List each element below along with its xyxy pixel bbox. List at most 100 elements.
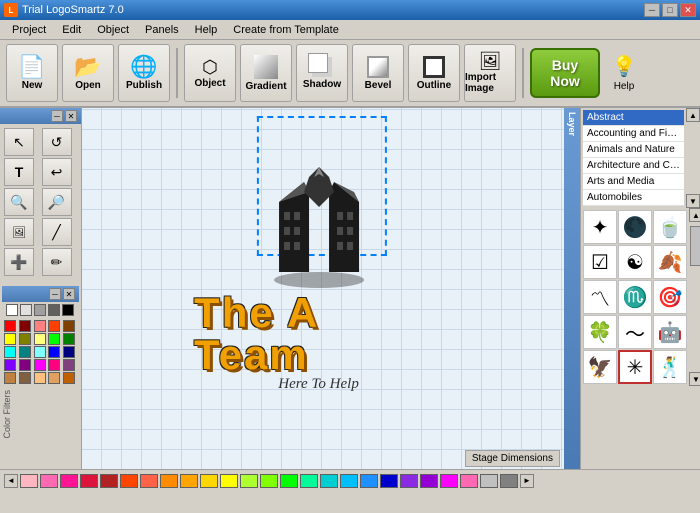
- menu-project[interactable]: Project: [4, 22, 54, 38]
- publish-button[interactable]: 🌐 Publish: [118, 44, 170, 102]
- swatch-white[interactable]: [6, 304, 18, 316]
- bottom-swatch-5[interactable]: [120, 474, 138, 488]
- category-accounting[interactable]: Accounting and Finan: [583, 126, 684, 142]
- swatch-black[interactable]: [62, 304, 74, 316]
- icon-cell-2[interactable]: 🍵: [653, 210, 687, 244]
- color-swatch-1[interactable]: [19, 320, 31, 332]
- help-button[interactable]: 💡 Help: [604, 44, 644, 102]
- add-tool[interactable]: ➕: [4, 248, 34, 276]
- bottom-swatch-19[interactable]: [400, 474, 418, 488]
- image-tool[interactable]: 🖼: [4, 218, 34, 246]
- line-tool[interactable]: ╱: [42, 218, 72, 246]
- color-swatch-5[interactable]: [4, 333, 16, 345]
- bottom-swatch-10[interactable]: [220, 474, 238, 488]
- color-swatch-18[interactable]: [48, 359, 60, 371]
- icon-cell-14[interactable]: 🕺: [653, 350, 687, 384]
- undo-tool[interactable]: ↩: [42, 158, 72, 186]
- zoom-out-tool[interactable]: 🔎: [42, 188, 72, 216]
- outline-button[interactable]: Outline: [408, 44, 460, 102]
- rotate-tool[interactable]: ↺: [42, 128, 72, 156]
- color-swatch-22[interactable]: [34, 372, 46, 384]
- pencil-tool[interactable]: ✏: [42, 248, 72, 276]
- menu-help[interactable]: Help: [187, 22, 226, 38]
- stage-dimensions[interactable]: Stage Dimensions: [465, 450, 560, 467]
- tools-minimize[interactable]: ─: [51, 110, 63, 122]
- icon-cell-6[interactable]: 〽: [583, 280, 617, 314]
- shadow-button[interactable]: Shadow: [296, 44, 348, 102]
- color-swatch-12[interactable]: [34, 346, 46, 358]
- icon-cell-0[interactable]: ✦: [583, 210, 617, 244]
- object-button[interactable]: ⬡ Object: [184, 44, 236, 102]
- color-swatch-4[interactable]: [63, 320, 75, 332]
- color-swatch-14[interactable]: [63, 346, 75, 358]
- bottom-swatch-2[interactable]: [60, 474, 78, 488]
- bottom-swatch-7[interactable]: [160, 474, 178, 488]
- swatch-lgray[interactable]: [20, 304, 32, 316]
- minimize-button[interactable]: ─: [644, 3, 660, 17]
- category-arts[interactable]: Arts and Media: [583, 174, 684, 190]
- bottom-swatch-15[interactable]: [320, 474, 338, 488]
- icon-cell-1[interactable]: 🌑: [618, 210, 652, 244]
- icon-cell-5[interactable]: 🍂: [653, 245, 687, 279]
- close-button[interactable]: ✕: [680, 3, 696, 17]
- icon-cell-10[interactable]: 〜: [618, 315, 652, 349]
- bottom-swatch-17[interactable]: [360, 474, 378, 488]
- color-swatch-16[interactable]: [19, 359, 31, 371]
- bottom-swatch-24[interactable]: [500, 474, 518, 488]
- bevel-button[interactable]: Bevel: [352, 44, 404, 102]
- import-image-button[interactable]: 🖼 Import Image: [464, 44, 516, 102]
- category-animals[interactable]: Animals and Nature: [583, 142, 684, 158]
- color-swatch-10[interactable]: [4, 346, 16, 358]
- color-swatch-6[interactable]: [19, 333, 31, 345]
- select-tool[interactable]: ↖: [4, 128, 34, 156]
- swatch-dgray[interactable]: [48, 304, 60, 316]
- icon-cell-7[interactable]: ♏: [618, 280, 652, 314]
- bottom-swatch-12[interactable]: [260, 474, 278, 488]
- bottom-swatch-22[interactable]: [460, 474, 478, 488]
- bottom-swatch-8[interactable]: [180, 474, 198, 488]
- text-tool[interactable]: T: [4, 158, 34, 186]
- color-swatch-0[interactable]: [4, 320, 16, 332]
- bottom-swatch-14[interactable]: [300, 474, 318, 488]
- menu-object[interactable]: Object: [89, 22, 137, 38]
- icons-scroll-down[interactable]: ▼: [689, 372, 700, 386]
- icon-cell-13[interactable]: ✳: [618, 350, 652, 384]
- icon-cell-12[interactable]: 🦅: [583, 350, 617, 384]
- color-close[interactable]: ✕: [63, 288, 75, 300]
- color-swatch-15[interactable]: [4, 359, 16, 371]
- bottom-scroll-left[interactable]: ◄: [4, 474, 18, 488]
- category-abstract[interactable]: Abstract: [583, 110, 684, 126]
- icons-scroll-up[interactable]: ▲: [689, 208, 700, 222]
- menu-edit[interactable]: Edit: [54, 22, 89, 38]
- icon-cell-11[interactable]: 🤖: [653, 315, 687, 349]
- color-swatch-8[interactable]: [48, 333, 60, 345]
- color-swatch-13[interactable]: [48, 346, 60, 358]
- bottom-swatch-0[interactable]: [20, 474, 38, 488]
- bottom-swatch-4[interactable]: [100, 474, 118, 488]
- color-swatch-11[interactable]: [19, 346, 31, 358]
- color-swatch-23[interactable]: [48, 372, 60, 384]
- color-swatch-7[interactable]: [34, 333, 46, 345]
- bottom-swatch-21[interactable]: [440, 474, 458, 488]
- zoom-in-tool[interactable]: 🔍: [4, 188, 34, 216]
- icon-cell-3[interactable]: ☑: [583, 245, 617, 279]
- scroll-down-arrow[interactable]: ▼: [686, 194, 700, 208]
- color-minimize[interactable]: ─: [49, 288, 61, 300]
- color-swatch-24[interactable]: [63, 372, 75, 384]
- gradient-button[interactable]: Gradient: [240, 44, 292, 102]
- bottom-swatch-9[interactable]: [200, 474, 218, 488]
- bottom-swatch-20[interactable]: [420, 474, 438, 488]
- icon-cell-8[interactable]: 🎯: [653, 280, 687, 314]
- icon-cell-9[interactable]: 🍀: [583, 315, 617, 349]
- tools-close[interactable]: ✕: [65, 110, 77, 122]
- category-auto[interactable]: Automobiles: [583, 190, 684, 206]
- icons-scroll-thumb[interactable]: [690, 226, 700, 266]
- color-swatch-17[interactable]: [34, 359, 46, 371]
- bottom-swatch-23[interactable]: [480, 474, 498, 488]
- color-swatch-21[interactable]: [19, 372, 31, 384]
- bottom-swatch-16[interactable]: [340, 474, 358, 488]
- new-button[interactable]: 📄 New: [6, 44, 58, 102]
- bottom-swatch-3[interactable]: [80, 474, 98, 488]
- color-swatch-2[interactable]: [34, 320, 46, 332]
- color-swatch-20[interactable]: [4, 372, 16, 384]
